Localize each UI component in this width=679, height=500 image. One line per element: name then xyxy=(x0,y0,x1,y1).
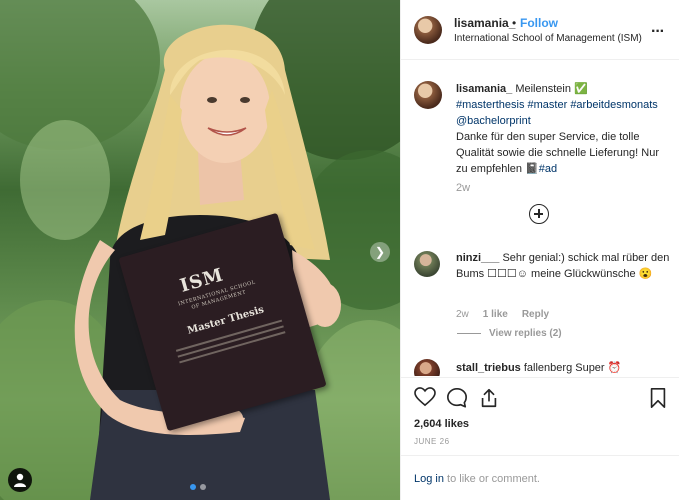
comment-likes[interactable]: 1 like xyxy=(483,309,508,320)
login-link[interactable]: Log in xyxy=(414,473,444,485)
login-suffix: to like or comment. xyxy=(443,473,540,485)
location-link[interactable]: International School of Management (ISM) xyxy=(454,33,642,44)
avatar[interactable] xyxy=(414,16,442,44)
post-date: JUNE 26 xyxy=(414,437,450,446)
comment-username[interactable]: ninzi___ xyxy=(456,252,499,264)
caption-body: Danke für den super Service, die tolle Q… xyxy=(456,131,660,175)
header-separator: • xyxy=(512,16,517,30)
carousel-dot xyxy=(200,484,206,490)
carousel-indicator xyxy=(190,484,206,490)
caption-hashtags[interactable]: #masterthesis #master #arbeitdesmonats xyxy=(456,99,658,111)
caption-text: Meilenstein ✅ xyxy=(512,83,588,95)
post-photo[interactable]: ISM INTERNATIONAL SCHOOL OF MANAGEMENT M… xyxy=(0,0,400,500)
comment-body: fallenberg Super ⏰ xyxy=(520,362,622,374)
post-side-panel: lisamania_ • Follow International School… xyxy=(400,0,679,500)
caption: lisamania_ Meilenstein ✅ #masterthesis #… xyxy=(456,81,666,177)
plus-circle-icon[interactable] xyxy=(529,204,549,224)
avatar[interactable] xyxy=(414,251,440,277)
comment-icon[interactable] xyxy=(446,387,468,409)
comment-meta: 2w 1 like Reply xyxy=(456,309,549,320)
avatar[interactable] xyxy=(414,81,442,109)
reply-button[interactable]: Reply xyxy=(522,309,549,320)
comment-text: stall_triebus fallenberg Super ⏰ xyxy=(456,360,671,376)
caption-hashtag-ad[interactable]: #ad xyxy=(539,163,557,175)
post-footer: Log in to like or comment. xyxy=(401,455,679,500)
header-username[interactable]: lisamania_ xyxy=(454,16,515,30)
login-prompt: Log in to like or comment. xyxy=(414,473,540,485)
carousel-dot-active xyxy=(190,484,196,490)
share-icon[interactable] xyxy=(478,387,500,409)
more-horizontal-icon[interactable]: ··· xyxy=(651,23,665,41)
chevron-right-icon[interactable]: ❯ xyxy=(370,242,390,262)
post-actions: 2,604 likes JUNE 26 xyxy=(401,377,679,455)
heart-icon[interactable] xyxy=(414,387,436,407)
caption-username[interactable]: lisamania_ xyxy=(456,83,512,95)
post-header: lisamania_ • Follow International School… xyxy=(401,0,679,60)
bookmark-icon[interactable] xyxy=(648,387,668,409)
view-replies-button[interactable]: View replies (2) xyxy=(489,328,562,339)
likes-count[interactable]: 2,604 likes xyxy=(414,418,469,430)
user-tag-icon[interactable] xyxy=(8,468,32,492)
comment-timestamp: 2w xyxy=(456,309,469,320)
comment-text: ninzi___ Sehr genial:) schick mal rüber … xyxy=(456,250,671,282)
caption-mention[interactable]: @bachelorprint xyxy=(456,115,531,127)
caption-timestamp: 2w xyxy=(456,182,471,194)
comments-section[interactable]: lisamania_ Meilenstein ✅ #masterthesis #… xyxy=(401,61,679,376)
avatar[interactable] xyxy=(414,359,440,376)
follow-button[interactable]: Follow xyxy=(520,16,558,30)
comment-username[interactable]: stall_triebus xyxy=(456,362,521,374)
